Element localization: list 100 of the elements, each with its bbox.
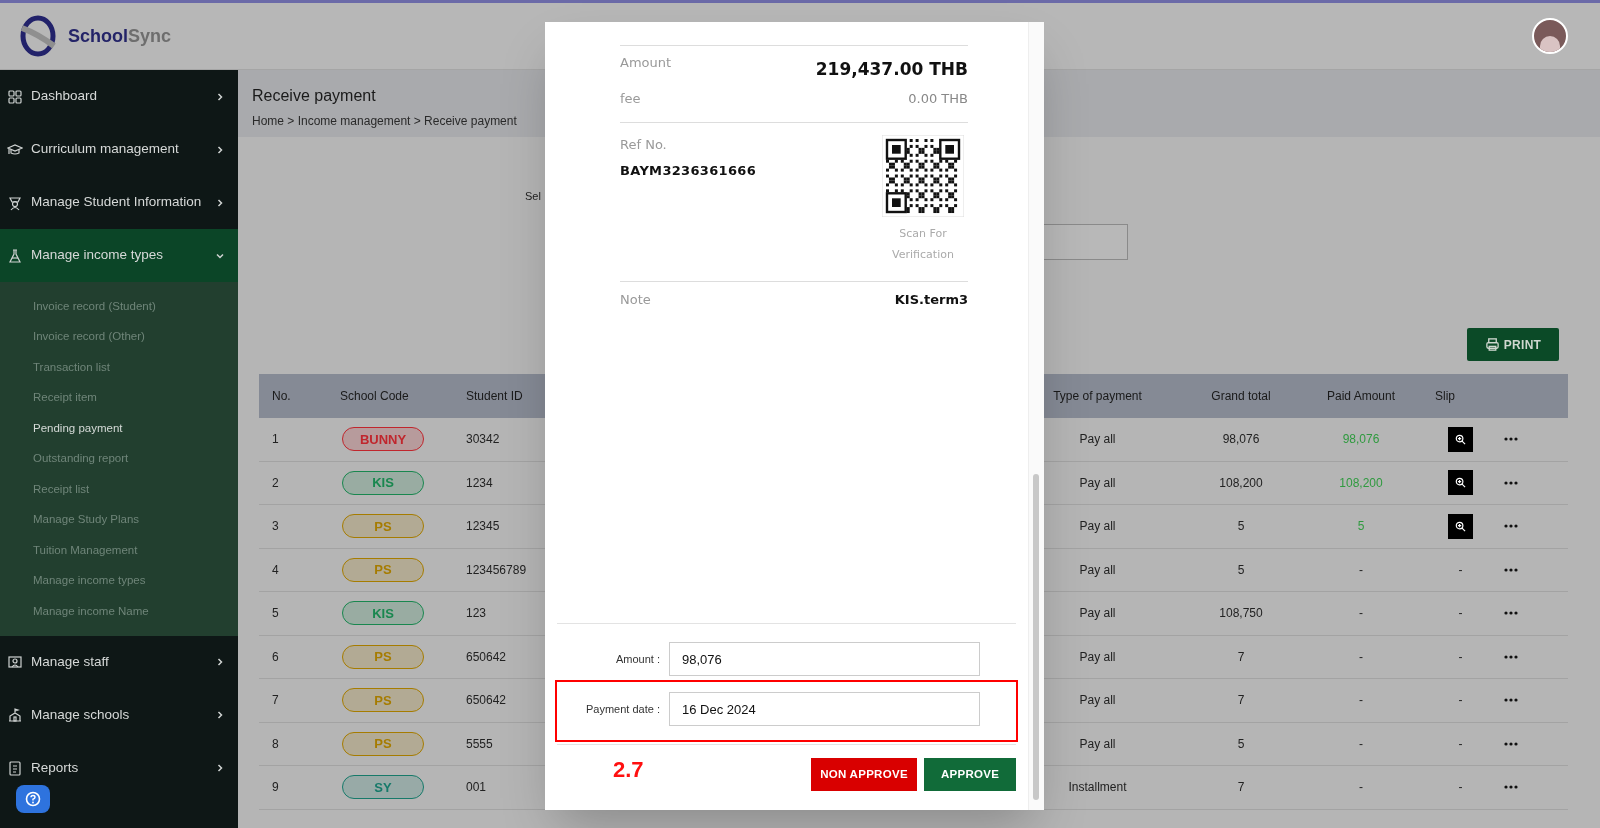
sidebar-item[interactable]: Reports [0, 741, 238, 795]
approve-button[interactable]: APPROVE [924, 758, 1016, 791]
table-cell-text: 1 [271, 431, 280, 449]
table-cell-text: - [1458, 605, 1463, 623]
school-code-badge: BUNNY [342, 427, 424, 452]
printer-icon [1484, 337, 1500, 352]
more-button[interactable] [1504, 567, 1518, 572]
input-field[interactable]: 16 Dec 2024 [669, 692, 980, 726]
menu-item-icon [7, 141, 23, 158]
table-cell-text: - [1458, 561, 1463, 579]
help-button[interactable] [16, 785, 50, 813]
chevron-right-icon [215, 710, 225, 720]
table-cell-text: 7 [1236, 648, 1246, 666]
user-avatar[interactable] [1532, 18, 1568, 54]
scrollbar-thumb[interactable] [1033, 474, 1039, 800]
table-cell-text: 6 [271, 648, 280, 666]
sidebar-item[interactable]: Dashboard [0, 70, 238, 123]
table-cell-text: - [1358, 605, 1364, 623]
table-cell-text: 001 [465, 779, 488, 797]
table-cell-text: - [1358, 735, 1364, 753]
non-approve-button[interactable]: NON APPROVE [811, 758, 917, 791]
slip-amount: 219,437.00 THB [815, 58, 968, 81]
school-code-badge: PS [342, 557, 424, 582]
sidebar-item[interactable]: Manage schools [0, 688, 238, 742]
table-cell-text: - [1358, 561, 1364, 579]
table-cell-text: 650642 [465, 648, 508, 666]
sidebar-item[interactable]: Manage Student Information [0, 176, 238, 229]
column-header: Paid Amount [1327, 388, 1395, 405]
page-title: Receive payment [252, 86, 376, 106]
table-cell-text: 7 [1236, 692, 1246, 710]
table-cell-text: Pay all [1078, 518, 1117, 536]
more-button[interactable] [1504, 611, 1518, 616]
table-cell-text: 5 [1236, 561, 1246, 579]
table-cell-text: 5 [271, 605, 280, 623]
submenu-item[interactable]: Pending payment [0, 413, 238, 444]
more-icon [1504, 480, 1518, 485]
more-button[interactable] [1504, 654, 1518, 659]
column-header: Grand total [1210, 388, 1272, 405]
table-cell-text: Pay all [1078, 431, 1117, 449]
school-code-badge: PS [342, 688, 424, 713]
table-cell-text: 9 [271, 779, 280, 797]
table-cell-text: - [1458, 735, 1463, 753]
app-logo: SchoolSync [68, 24, 172, 48]
field-label: Payment date : [585, 701, 661, 717]
table-cell-text: - [1358, 648, 1364, 666]
sidebar-item[interactable]: Manage staff [0, 635, 238, 689]
table-cell-text: - [1458, 648, 1463, 666]
input-field[interactable]: 98,076 [669, 642, 980, 676]
sidebar-item[interactable]: Curriculum management [0, 123, 238, 176]
table-cell-text: 1234 [465, 474, 494, 492]
table-cell-text: 650642 [465, 692, 508, 710]
more-button[interactable] [1504, 741, 1518, 746]
table-cell-text: - [1458, 692, 1463, 710]
note-label: Note [620, 291, 651, 309]
menu-item-icon [7, 707, 23, 723]
breadcrumb: Home > Income management > Receive payment [252, 113, 517, 130]
more-button[interactable] [1504, 524, 1518, 529]
note-value: KIS.term3 [894, 291, 968, 309]
ref-number: BAYM3236361666 [620, 161, 757, 180]
column-header: School Code [339, 388, 410, 405]
more-icon [1504, 437, 1518, 442]
table-cell-text: 108,750 [1218, 605, 1264, 623]
chevron-right-icon [215, 763, 225, 773]
school-code-badge: PS [342, 644, 424, 669]
column-header: Student ID [465, 388, 524, 405]
view-slip-button[interactable] [1448, 513, 1473, 539]
view-slip-button[interactable] [1448, 426, 1473, 452]
menu-item-icon [7, 194, 23, 211]
table-cell-text: 7 [1236, 779, 1246, 797]
filter-label: Sel [525, 189, 541, 204]
chevron-right-icon [215, 197, 225, 208]
column-header: Slip [1434, 388, 1456, 405]
more-button[interactable] [1504, 437, 1518, 442]
column-header: No. [271, 388, 292, 405]
zoom-in-icon [1455, 520, 1466, 532]
table-cell-text: Pay all [1078, 735, 1117, 753]
more-button[interactable] [1504, 785, 1518, 790]
menu-item-icon [7, 760, 23, 776]
table-cell-text: 30342 [465, 431, 501, 449]
table-cell-text: 98,076 [1341, 431, 1381, 449]
table-cell-text: - [1358, 692, 1364, 710]
view-slip-button[interactable] [1448, 470, 1473, 496]
chevron-right-icon [215, 91, 225, 102]
table-cell-text: 98,076 [1221, 431, 1261, 449]
table-cell-text: Pay all [1078, 605, 1117, 623]
table-cell-text: 12345 [465, 518, 501, 536]
annotation-label: 2.7 [613, 756, 644, 784]
school-code-badge: SY [342, 775, 424, 800]
amount-label: Amount [620, 54, 672, 72]
school-code-badge: KIS [342, 470, 424, 495]
table-cell-text: Pay all [1078, 561, 1117, 579]
menu-item-icon [7, 654, 23, 670]
qr-code-icon [882, 135, 964, 217]
menu-item-icon [7, 247, 23, 264]
school-code-badge: PS [342, 731, 424, 756]
table-cell-text: - [1458, 779, 1463, 797]
print-button[interactable]: PRINT [1467, 328, 1559, 361]
more-button[interactable] [1504, 480, 1518, 485]
more-button[interactable] [1504, 698, 1518, 703]
sidebar-item[interactable]: Manage income types [0, 229, 238, 282]
